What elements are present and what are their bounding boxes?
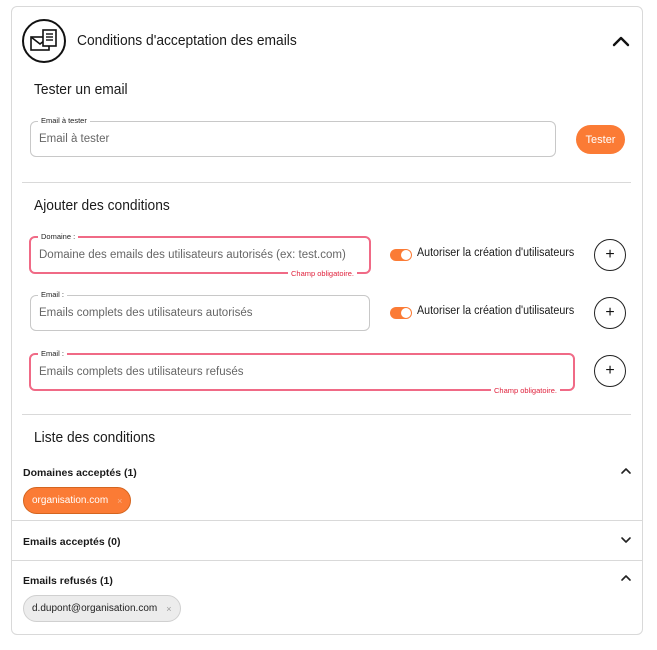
collapse-chevron-up-icon[interactable] (610, 30, 632, 52)
chevron-down-icon[interactable] (619, 533, 633, 547)
chevron-up-icon[interactable] (619, 464, 633, 478)
section-divider (22, 182, 631, 183)
domain-allow-creation-label: Autoriser la création d'utilisateurs (417, 247, 575, 259)
plus-icon: + (605, 362, 615, 379)
accepted-email-field[interactable]: Email : (30, 290, 370, 331)
add-domain-button[interactable]: + (594, 239, 626, 271)
test-button[interactable]: Tester (576, 125, 625, 154)
accepted-domain-chip[interactable]: organisation.com × (23, 487, 132, 514)
plus-icon: + (605, 304, 615, 321)
test-email-field[interactable]: Email à tester (30, 116, 556, 157)
list-section-title: Liste des conditions (34, 429, 156, 446)
refused-email-error-message: Champ obligatoire. (491, 386, 560, 395)
accepted-domains-group-title[interactable]: Domaines acceptés (1) (23, 467, 137, 479)
chip-label: organisation.com (32, 495, 109, 506)
email-allow-creation-label: Autoriser la création d'utilisateurs (417, 305, 575, 317)
page-title: Conditions d'acceptation des emails (77, 32, 297, 49)
test-section-title: Tester un email (34, 81, 128, 98)
group-divider (12, 520, 642, 521)
add-refused-email-button[interactable]: + (594, 355, 626, 387)
test-email-input[interactable] (39, 122, 547, 156)
plus-icon: + (605, 246, 615, 263)
chip-label: d.dupont@organisation.com (32, 603, 158, 614)
remove-icon[interactable]: × (166, 604, 171, 614)
domain-input[interactable] (39, 238, 361, 272)
refused-email-chip[interactable]: d.dupont@organisation.com × (23, 595, 181, 622)
domain-error-message: Champ obligatoire. (288, 269, 357, 278)
chevron-up-icon[interactable] (619, 571, 633, 585)
refused-emails-group-title[interactable]: Emails refusés (1) (23, 575, 113, 587)
add-section-title: Ajouter des conditions (34, 197, 170, 214)
group-divider (12, 560, 642, 561)
email-settings-icon (22, 19, 66, 63)
accepted-email-input[interactable] (39, 296, 361, 330)
remove-icon[interactable]: × (117, 496, 122, 506)
add-accepted-email-button[interactable]: + (594, 297, 626, 329)
accepted-emails-group-title[interactable]: Emails acceptés (0) (23, 536, 120, 548)
domain-allow-creation-toggle[interactable] (390, 249, 412, 261)
section-divider (22, 414, 631, 415)
email-allow-creation-toggle[interactable] (390, 307, 412, 319)
refused-email-input[interactable] (39, 355, 565, 389)
